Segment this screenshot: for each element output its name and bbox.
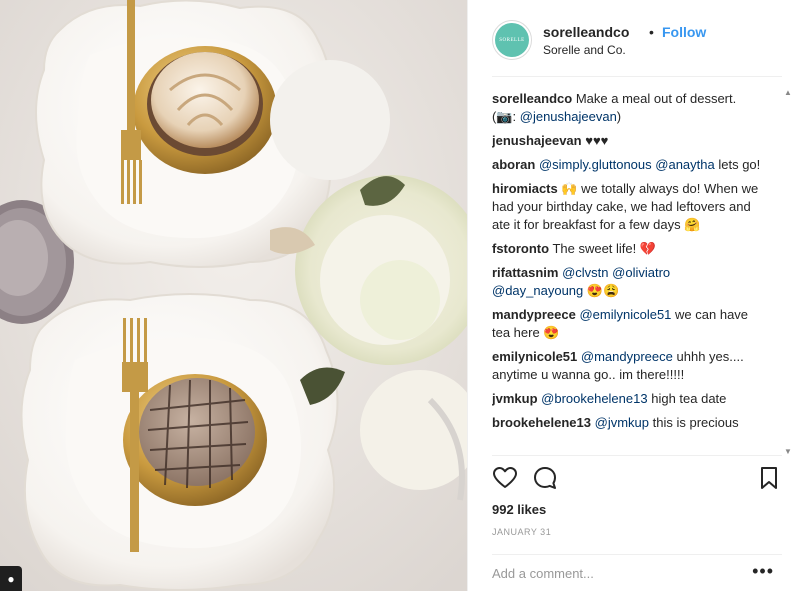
header-location[interactable]: Sorelle and Co.: [543, 43, 626, 57]
like-count[interactable]: 992 likes: [492, 502, 546, 517]
caption-credit-open: (📷:: [492, 109, 520, 124]
comment-user[interactable]: emilynicole51: [492, 349, 577, 364]
comment-user[interactable]: jvmkup: [492, 391, 538, 406]
bookmark-icon[interactable]: [756, 465, 782, 491]
heart-icon[interactable]: [492, 465, 518, 491]
post-date[interactable]: JANUARY 31: [492, 527, 551, 537]
comment: rifattasnim @clvstn @oliviatro @day_nayo…: [492, 264, 767, 300]
user-tag-icon[interactable]: ●: [0, 566, 22, 591]
post-actions: 992 likes JANUARY 31: [492, 455, 782, 564]
comment-mention[interactable]: @mandypreece: [581, 349, 673, 364]
avatar[interactable]: SORELLE: [492, 20, 532, 60]
header-separator: •: [649, 24, 654, 40]
avatar-logo: SORELLE: [495, 23, 529, 57]
comment-mention[interactable]: @anaytha: [655, 157, 714, 172]
add-comment-bar: •••: [492, 554, 782, 592]
comment: fstoronto The sweet life! 💔: [492, 240, 767, 258]
comment-text: 😍😩: [586, 283, 620, 298]
comment-list[interactable]: sorelleandco Make a meal out of dessert.…: [492, 90, 767, 454]
caption-mention[interactable]: @jenushajeevan: [520, 109, 617, 124]
comment: jenushajeevan ♥♥♥: [492, 132, 767, 150]
comment-user[interactable]: brookehelene13: [492, 415, 591, 430]
comment-text: ♥♥♥: [585, 133, 609, 148]
comment: hiromiacts 🙌 we totally always do! When …: [492, 180, 767, 234]
comment-mention[interactable]: @emilynicole51: [579, 307, 671, 322]
comment-text: The sweet life! 💔: [552, 241, 657, 256]
caption-user[interactable]: sorelleandco: [492, 91, 572, 106]
comment: aboran @simply.gluttonous @anaytha lets …: [492, 156, 767, 174]
add-comment-input[interactable]: [492, 563, 742, 583]
comment: jvmkup @brookehelene13 high tea date: [492, 390, 767, 408]
comment: mandypreece @emilynicole51 we can have t…: [492, 306, 767, 342]
caption-credit-close: ): [616, 109, 622, 124]
header-username[interactable]: sorelleandco: [543, 24, 629, 40]
scroll-down-icon[interactable]: ▼: [784, 447, 792, 456]
comment-user[interactable]: rifattasnim: [492, 265, 558, 280]
comment-text: this is precious: [652, 415, 739, 430]
avatar-text: SORELLE: [499, 37, 525, 43]
comment-mention[interactable]: @oliviatro: [612, 265, 670, 280]
comment-user[interactable]: fstoronto: [492, 241, 549, 256]
scroll-up-icon[interactable]: ▲: [784, 88, 792, 97]
comment-user[interactable]: jenushajeevan: [492, 133, 582, 148]
comment-user[interactable]: hiromiacts: [492, 181, 558, 196]
caption-text: Make a meal out of dessert.: [575, 91, 737, 106]
comment-user[interactable]: aboran: [492, 157, 535, 172]
comment-mention[interactable]: @jvmkup: [595, 415, 649, 430]
dessert-photo-illustration: [0, 0, 467, 591]
comment: emilynicole51 @mandypreece uhhh yes.... …: [492, 348, 767, 384]
comment-mention[interactable]: @simply.gluttonous: [539, 157, 652, 172]
comment-scrollbar[interactable]: ▲ ▼: [783, 88, 793, 456]
comment-icon[interactable]: [532, 465, 558, 491]
caption: sorelleandco Make a meal out of dessert.…: [492, 90, 767, 126]
follow-button[interactable]: Follow: [662, 24, 706, 40]
comment-mention[interactable]: @day_nayoung: [492, 283, 583, 298]
comment-mention[interactable]: @clvstn: [562, 265, 608, 280]
comment-user[interactable]: mandypreece: [492, 307, 576, 322]
more-icon[interactable]: •••: [752, 561, 774, 582]
comment-text: lets go!: [718, 157, 761, 172]
post-sidebar: SORELLE sorelleandco • Follow Sorelle an…: [467, 0, 797, 591]
post-photo[interactable]: ●: [0, 0, 467, 591]
comment: brookehelene13 @jvmkup this is precious: [492, 414, 767, 432]
comment-mention[interactable]: @brookehelene13: [541, 391, 647, 406]
comment-text: high tea date: [651, 391, 727, 406]
post-header: SORELLE sorelleandco • Follow Sorelle an…: [492, 18, 782, 77]
